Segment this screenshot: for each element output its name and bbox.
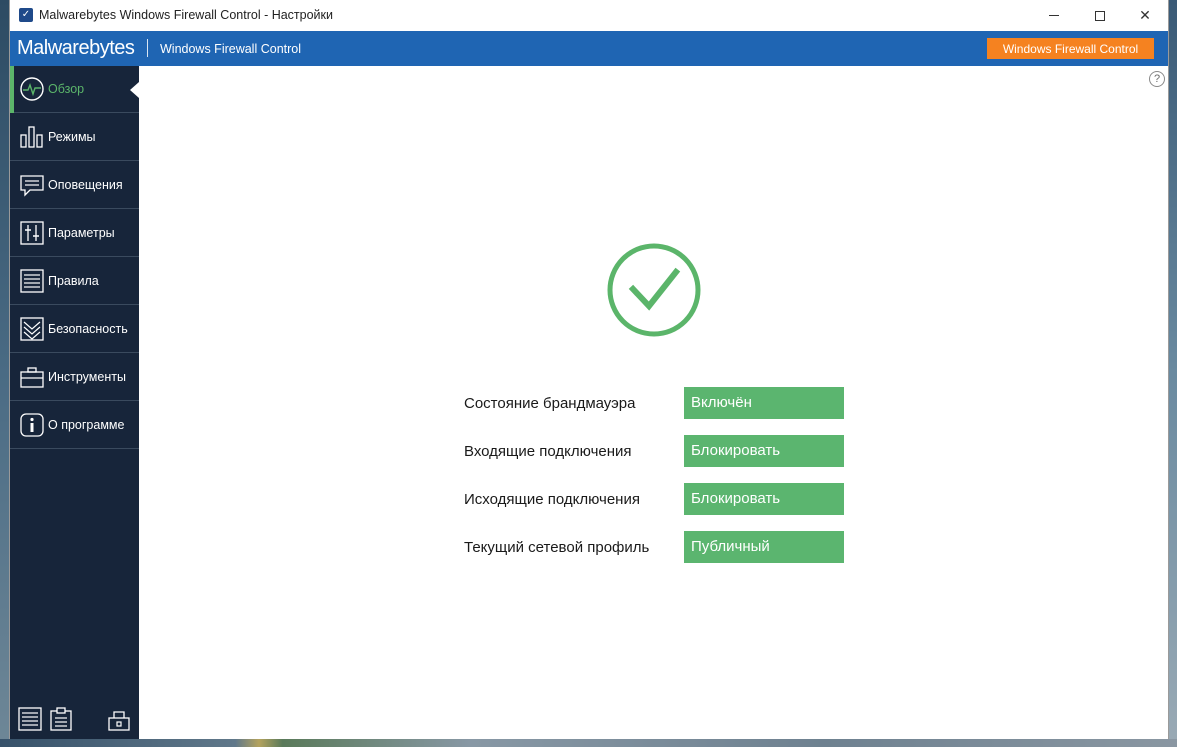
app-checkbox-icon: ✓ [19, 8, 33, 22]
app-window: ✓ Malwarebytes Windows Firewall Control … [9, 0, 1169, 739]
log-icon[interactable] [18, 707, 42, 731]
app-header: Malwarebytes Windows Firewall Control Wi… [10, 31, 1168, 66]
maximize-icon [1095, 10, 1105, 21]
wfc-header-button[interactable]: Windows Firewall Control [987, 38, 1154, 59]
status-row-inbound: Входящие подключения Блокировать [464, 435, 844, 467]
sidebar-item-about[interactable]: О программе [10, 402, 139, 449]
clipboard-icon[interactable] [49, 707, 73, 731]
overview-panel: ? Состояние брандмауэра Включён Входящие… [139, 66, 1168, 739]
firewall-state-button[interactable]: Включён [684, 387, 844, 419]
sidebar-item-modes[interactable]: Режимы [10, 114, 139, 161]
checkmark-circle-icon [607, 243, 701, 337]
desktop-taskbar-strip [0, 739, 1177, 747]
desktop-background-right [1169, 0, 1177, 747]
window-title: Malwarebytes Windows Firewall Control - … [39, 8, 333, 22]
minimize-icon [1049, 15, 1059, 16]
sidebar-item-security[interactable]: Безопасность [10, 306, 139, 353]
info-icon [20, 413, 44, 437]
sidebar-item-label: Параметры [48, 226, 115, 240]
maximize-button[interactable] [1077, 0, 1123, 31]
help-icon[interactable]: ? [1149, 71, 1165, 87]
sidebar: Обзор Режимы Оповещения Параметры Правил… [10, 66, 139, 739]
header-divider [147, 39, 148, 57]
sidebar-item-label: Обзор [48, 82, 85, 96]
toolbox-icon [20, 367, 44, 388]
sidebar-item-notifications[interactable]: Оповещения [10, 162, 139, 209]
close-button[interactable]: ✕ [1122, 0, 1168, 31]
minimize-button[interactable] [1031, 0, 1077, 31]
lock-icon[interactable] [107, 707, 131, 731]
shield-icon [20, 317, 44, 341]
status-label: Текущий сетевой профиль [464, 539, 650, 556]
title-bar: ✓ Malwarebytes Windows Firewall Control … [10, 0, 1168, 31]
desktop-background-left [0, 0, 9, 747]
status-row-profile: Текущий сетевой профиль Публичный [464, 531, 844, 563]
network-profile-button[interactable]: Публичный [684, 531, 844, 563]
chat-icon [20, 175, 44, 197]
close-icon: ✕ [1139, 7, 1151, 23]
status-row-outbound: Исходящие подключения Блокировать [464, 483, 844, 515]
sliders-icon [20, 221, 44, 245]
list-icon [20, 269, 44, 293]
inbound-connections-button[interactable]: Блокировать [684, 435, 844, 467]
sidebar-item-label: Инструменты [48, 370, 126, 384]
sidebar-item-settings[interactable]: Параметры [10, 210, 139, 257]
sidebar-item-rules[interactable]: Правила [10, 258, 139, 305]
sidebar-item-tools[interactable]: Инструменты [10, 354, 139, 401]
pulse-icon [20, 77, 44, 101]
sidebar-item-label: Режимы [48, 130, 96, 144]
status-label: Входящие подключения [464, 443, 632, 460]
brand-logo: Malwarebytes [17, 37, 135, 59]
status-label: Состояние брандмауэра [464, 395, 636, 412]
bars-icon [20, 126, 43, 148]
status-row-firewall: Состояние брандмауэра Включён [464, 387, 844, 419]
sidebar-item-label: О программе [48, 418, 125, 432]
status-label: Исходящие подключения [464, 491, 640, 508]
product-name: Windows Firewall Control [160, 42, 302, 56]
sidebar-item-label: Оповещения [48, 178, 123, 192]
sidebar-item-overview[interactable]: Обзор [10, 66, 139, 113]
outbound-connections-button[interactable]: Блокировать [684, 483, 844, 515]
sidebar-item-label: Безопасность [48, 322, 128, 336]
sidebar-item-label: Правила [48, 274, 99, 288]
